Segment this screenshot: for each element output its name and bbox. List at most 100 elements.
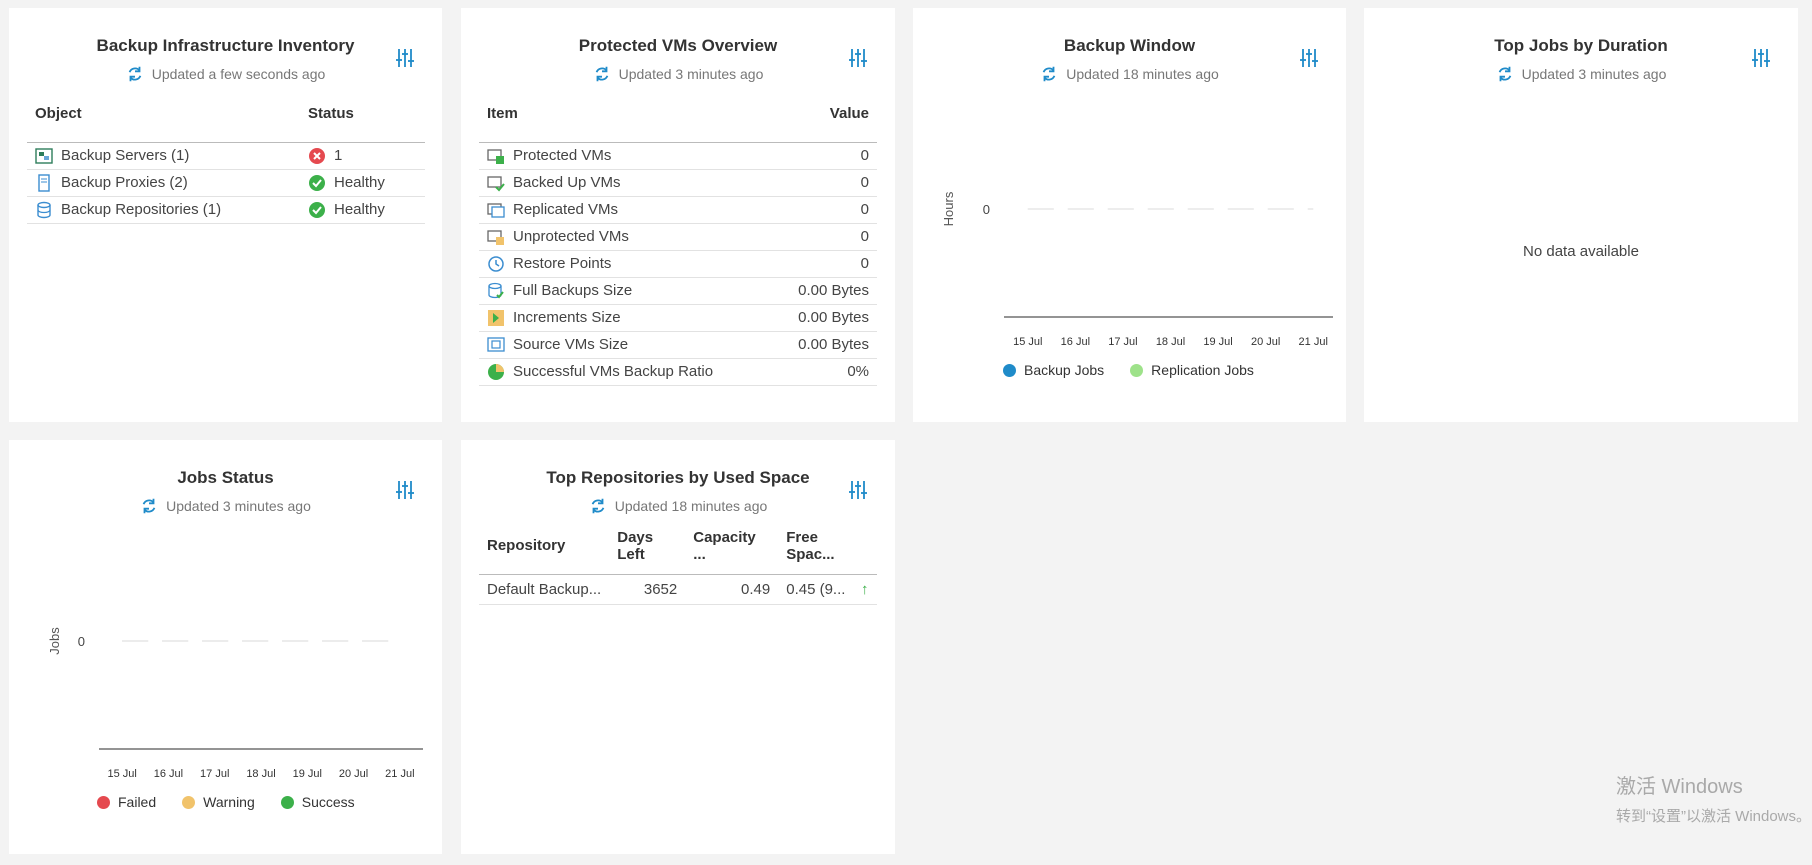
legend-item[interactable]: Success [280,794,355,810]
item-label[interactable]: Replicated VMs [513,201,618,218]
backup-proxy-icon [38,173,50,192]
column-header-free-space[interactable]: Free Spac... [778,518,857,575]
legend-dot [1003,363,1016,377]
column-header-item[interactable]: Item [479,86,772,143]
refresh-icon[interactable] [589,497,607,515]
column-header-object[interactable]: Object [27,86,300,143]
legend-label: Warning [203,794,255,810]
increment-icon [488,309,504,326]
item-value: 0 [771,141,877,170]
table-row[interactable]: Unprotected VMs 0 [479,223,877,251]
item-label[interactable]: Source VMs Size [513,336,628,353]
table-row[interactable]: Increments Size 0.00 Bytes [479,304,877,332]
updated-text: Updated 18 minutes ago [1066,66,1219,82]
trend-up-icon: ↑ [857,573,877,605]
card-updated-row: Updated 3 minutes ago [1364,65,1798,83]
success-icon [309,201,325,218]
settings-sliders-icon[interactable] [849,480,867,500]
item-label[interactable]: Unprotected VMs [513,228,629,245]
card-title: Backup Window [1063,36,1196,55]
source-vm-icon [487,336,505,352]
backup-window-chart: Hours 0 15 Jul 16 Jul 17 Jul 18 Jul 19 Jul 20 J… [941,191,1333,348]
chart-legend: Backup Jobs Replication Jobs [1003,362,1254,378]
item-label[interactable]: Backed Up VMs [513,174,621,191]
refresh-icon[interactable] [1496,65,1514,83]
table-row[interactable]: Restore Points 0 [479,250,877,278]
settings-sliders-icon[interactable] [1300,48,1318,68]
table-row[interactable]: Replicated VMs 0 [479,196,877,224]
refresh-icon[interactable] [140,497,158,515]
settings-sliders-icon[interactable] [849,48,867,68]
card-updated-row: Updated a few seconds ago [9,65,442,83]
x-tick-label: 18 Jul [246,768,275,780]
legend-item[interactable]: Backup Jobs [1003,362,1104,378]
card-updated-row: Updated 18 minutes ago [913,65,1346,83]
item-label[interactable]: Successful VMs Backup Ratio [513,363,713,380]
table-row[interactable]: Backup Repositories (1) Healthy [27,196,425,224]
full-backup-icon [488,282,504,298]
table-row[interactable]: Backup Servers (1) 1 [27,141,425,170]
restore-point-icon [488,255,504,272]
no-data-message: No data available [1523,243,1639,260]
item-label[interactable]: Full Backups Size [513,282,632,299]
x-tick-label: 20 Jul [339,768,368,780]
column-header-status[interactable]: Status [300,86,425,143]
item-label[interactable]: Increments Size [513,309,621,326]
table-row[interactable]: Source VMs Size 0.00 Bytes [479,331,877,359]
table-row[interactable]: Protected VMs 0 [479,141,877,170]
x-tick-label: 16 Jul [154,768,183,780]
column-header-capacity[interactable]: Capacity ... [685,518,779,575]
x-tick-label: 19 Jul [1203,336,1232,348]
pie-ratio-icon [488,363,504,380]
refresh-icon[interactable] [126,65,144,83]
object-name[interactable]: Backup Servers (1) [61,147,189,164]
inventory-card: Backup Infrastructure Inventory Updated … [9,8,442,422]
settings-sliders-icon[interactable] [396,48,414,68]
updated-text: Updated a few seconds ago [151,66,326,82]
legend-dot [1130,363,1144,377]
item-value: 0.00 Bytes [771,331,877,359]
settings-sliders-icon[interactable] [1752,48,1770,68]
legend-item[interactable]: Warning [182,794,255,810]
y-axis-label: Jobs [47,627,62,655]
success-icon [309,174,325,191]
updated-text: Updated 3 minutes ago [618,66,764,82]
card-updated-row: Updated 3 minutes ago [9,497,442,515]
refresh-icon[interactable] [1040,65,1058,83]
card-title: Backup Infrastructure Inventory [96,36,355,55]
item-label[interactable]: Restore Points [513,255,611,272]
error-icon [309,147,325,164]
x-tick-label: 15 Jul [107,768,136,780]
item-label[interactable]: Protected VMs [513,147,611,164]
x-tick-label: 17 Jul [1108,336,1137,348]
backup-server-icon [35,147,53,164]
object-name[interactable]: Backup Proxies (2) [61,174,188,191]
settings-sliders-icon[interactable] [396,480,414,500]
free-space-value: 0.45 (9... [778,573,857,605]
repositories-table: Repository Days Left Capacity ... Free S… [479,518,877,605]
status-value: Healthy [334,201,385,218]
legend-label: Replication Jobs [1151,362,1254,378]
table-row[interactable]: Default Backup... 3652 0.49 0.45 (9... ↑ [479,573,877,605]
table-row[interactable]: Backup Proxies (2) Healthy [27,169,425,197]
table-row[interactable]: Backed Up VMs 0 [479,169,877,197]
chart-legend: Failed Warning Success [97,794,355,810]
repository-name[interactable]: Default Backup... [479,573,610,605]
object-name[interactable]: Backup Repositories (1) [61,201,221,218]
table-row[interactable]: Successful VMs Backup Ratio 0% [479,358,877,386]
watermark-subtitle: 转到“设置”以激活 Windows。 [1616,808,1812,825]
column-header-value[interactable]: Value [771,86,877,143]
replicated-vm-icon [487,202,505,218]
legend-item[interactable]: Failed [97,794,156,810]
table-row[interactable]: Full Backups Size 0.00 Bytes [479,277,877,305]
jobs-status-card: Jobs Status Updated 3 minutes ago Jobs 0 1… [9,440,442,854]
column-header-repository[interactable]: Repository [479,518,610,575]
item-value: 0 [771,169,877,197]
status-value: 1 [334,147,343,164]
item-value: 0 [771,223,877,251]
legend-item[interactable]: Replication Jobs [1130,362,1254,378]
column-header-days-left[interactable]: Days Left [609,518,686,575]
legend-dot [280,795,294,809]
x-tick-label: 15 Jul [1013,336,1042,348]
refresh-icon[interactable] [593,65,611,83]
